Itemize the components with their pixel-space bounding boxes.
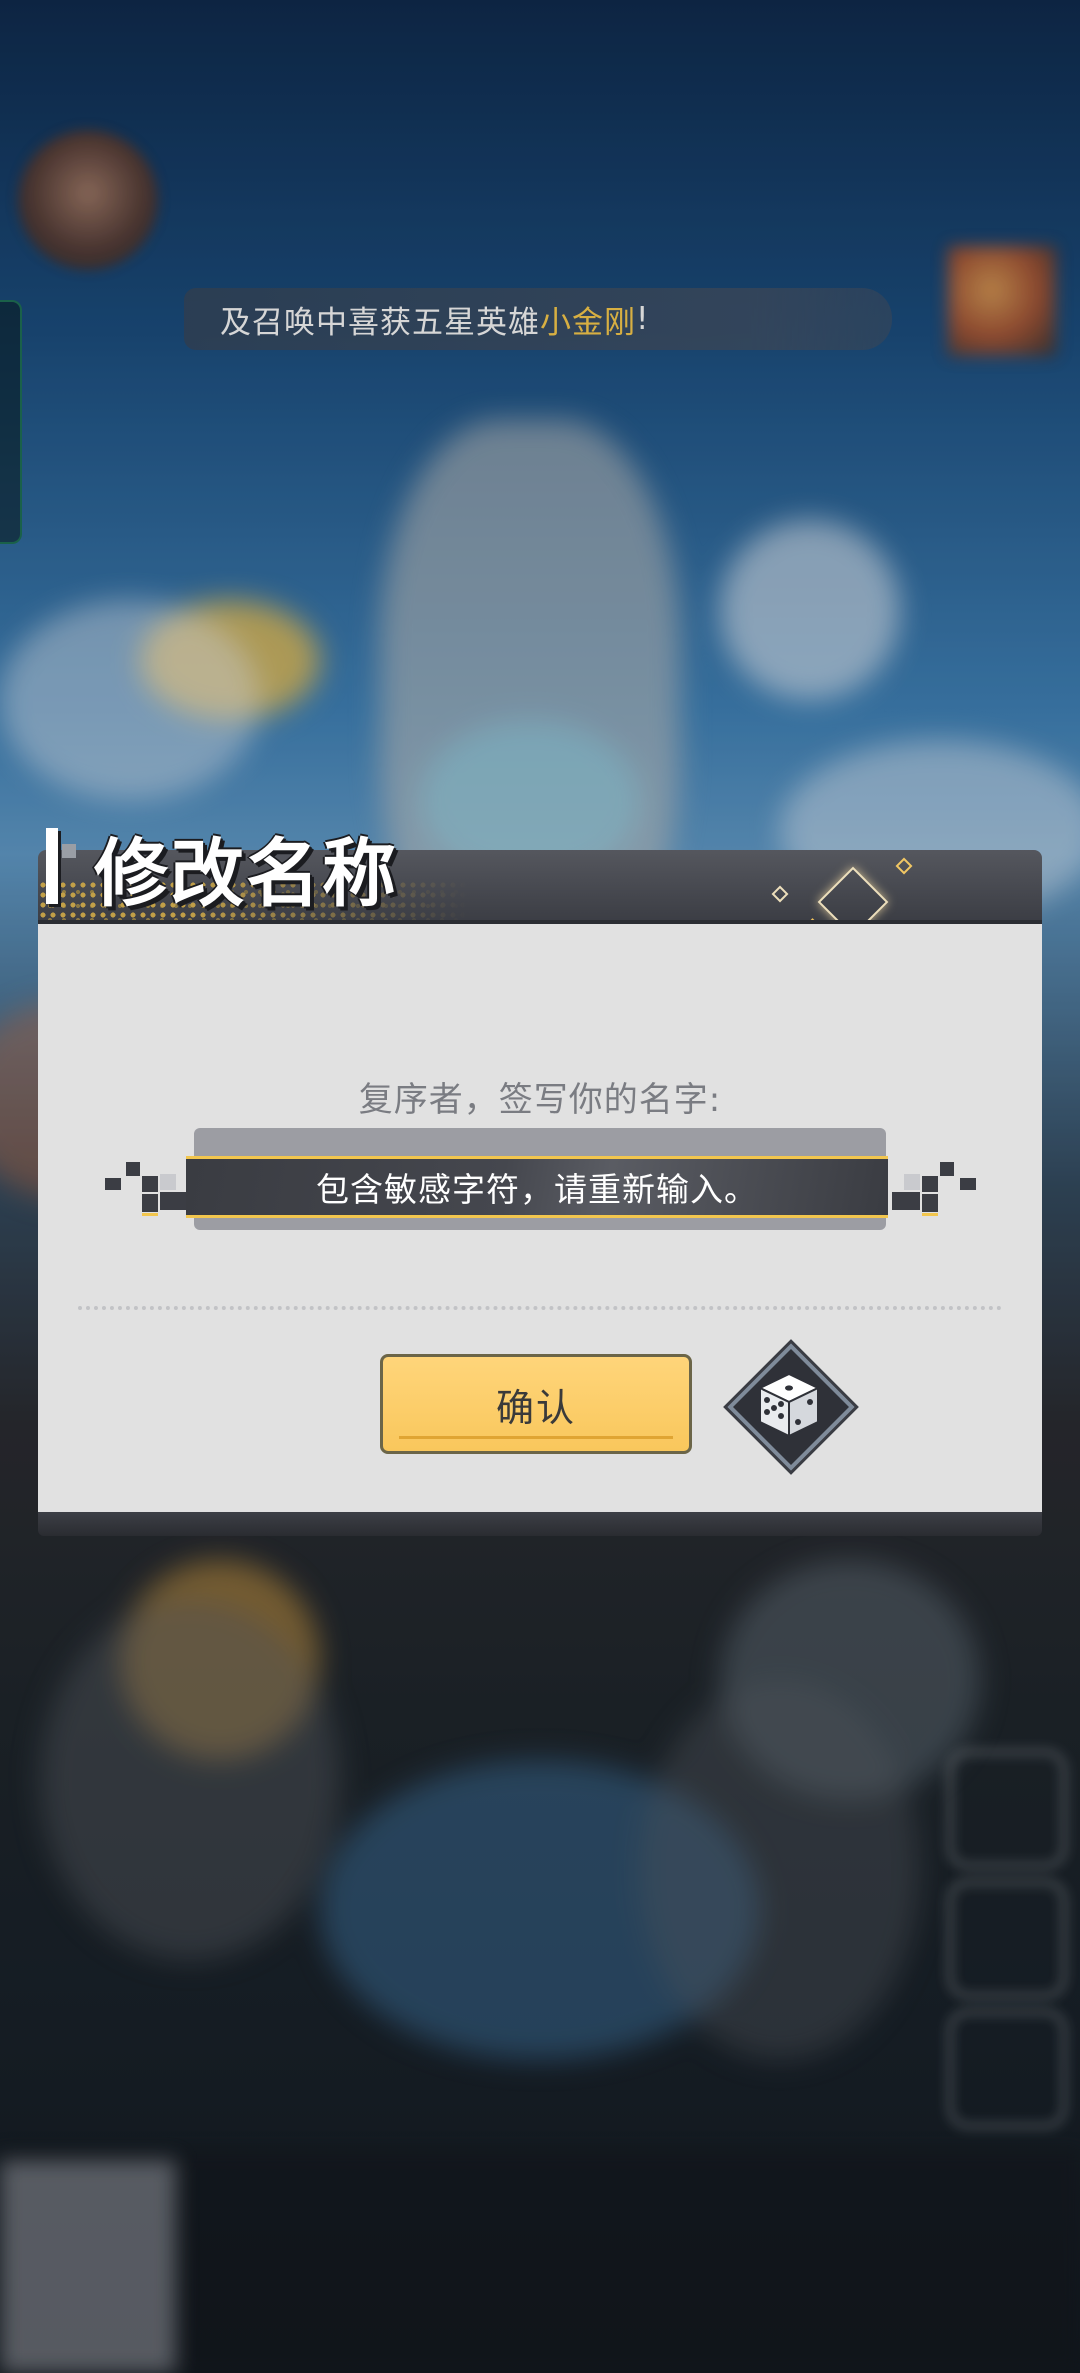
pixel-ornament-right — [960, 1178, 976, 1190]
dialog-body: 复序者，签写你的名字: 白决 包含敏感字符，请重新输入。 — [38, 920, 1042, 1512]
name-prompt-label: 复序者，签写你的名字: — [358, 1080, 722, 1120]
confirm-button[interactable]: 确认 — [380, 1354, 692, 1454]
pixel-ornament-right — [922, 1213, 938, 1216]
pixel-ornament-left — [105, 1178, 121, 1190]
rename-dialog: 修改名称 复序者，签写你的名字: 白决 包含敏感字符，请重新输入。 — [38, 828, 1042, 1536]
pixel-ornament-left — [142, 1213, 158, 1216]
confirm-button-underline — [399, 1436, 673, 1439]
pixel-ornament-right — [922, 1194, 938, 1212]
title-accent-bar — [46, 828, 58, 904]
sparkle-icon — [771, 885, 789, 903]
dialog-footer — [38, 1512, 1042, 1536]
divider — [78, 1306, 1002, 1310]
error-message-banner: 包含敏感字符，请重新输入。 — [186, 1156, 888, 1218]
dice-icon — [757, 1372, 821, 1438]
pixel-ornament-left — [160, 1174, 176, 1190]
confirm-button-label: 确认 — [495, 1385, 576, 1430]
pixel-ornament-right — [940, 1162, 954, 1176]
pixel-ornament-left — [142, 1194, 158, 1212]
pixel-ornament-right — [922, 1176, 938, 1192]
game-screen: 及召唤中喜获五星英雄 小金刚 ! 修改名称 复序者，签写你的名字: 白决 — [0, 0, 1080, 2373]
error-message-text: 包含敏感字符，请重新输入。 — [316, 1170, 758, 1209]
random-name-button[interactable] — [727, 1343, 855, 1471]
pixel-ornament-left — [160, 1192, 188, 1210]
title-accent-pixel — [62, 844, 76, 858]
sparkle-icon — [895, 857, 913, 875]
pixel-ornament-left — [142, 1176, 158, 1192]
pixel-ornament-right — [892, 1192, 920, 1210]
pixel-ornament-right — [904, 1174, 920, 1190]
dialog-title: 修改名称 — [94, 831, 398, 917]
pixel-ornament-left — [126, 1162, 140, 1176]
